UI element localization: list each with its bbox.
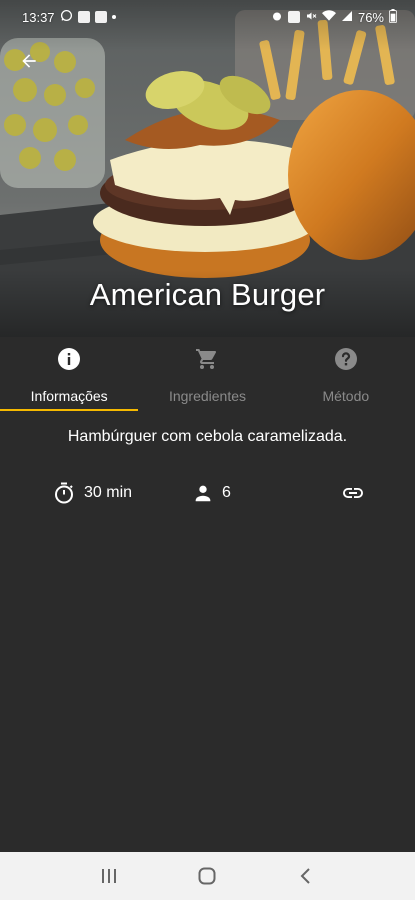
mute-icon <box>305 10 317 25</box>
active-tab-indicator <box>0 409 138 411</box>
nfc-icon <box>287 11 300 23</box>
help-icon <box>334 347 358 371</box>
recipe-meta: 30 min 6 <box>52 479 365 507</box>
recent-apps-button[interactable] <box>89 856 129 896</box>
recipe-tabs: Informações Ingredientes Método <box>0 337 415 411</box>
arrow-back-icon <box>22 54 36 68</box>
mail-icon <box>94 11 107 23</box>
recipe-hero-image: American Burger <box>0 0 415 337</box>
status-time: 13:37 <box>22 9 55 25</box>
home-button[interactable] <box>187 856 227 896</box>
status-bar: 13:37 76% <box>0 0 415 34</box>
system-navigation-bar <box>0 852 415 900</box>
tab-label: Informações <box>30 388 108 404</box>
tab-label: Método <box>322 388 370 404</box>
image-icon <box>77 11 90 23</box>
battery-level: 76% <box>357 9 384 25</box>
recipe-title: American Burger <box>89 277 326 312</box>
tab-informacoes[interactable]: Informações <box>0 337 138 411</box>
tab-label: Ingredientes <box>168 388 247 404</box>
prep-time-value: 30 min <box>84 484 133 501</box>
alarm-icon <box>271 10 283 25</box>
more-notifications-dot <box>111 15 116 19</box>
battery-icon <box>389 8 397 26</box>
info-icon <box>57 347 81 371</box>
servings: 6 <box>192 482 332 504</box>
back-button[interactable] <box>12 46 46 76</box>
servings-value: 6 <box>222 484 231 501</box>
back-nav-button[interactable] <box>286 856 326 896</box>
whatsapp-icon <box>60 9 73 25</box>
person-icon <box>195 485 211 502</box>
tab-metodo[interactable]: Método <box>277 337 415 411</box>
tab-ingredientes[interactable]: Ingredientes <box>138 337 276 411</box>
wifi-icon <box>321 9 336 25</box>
signal-icon <box>341 10 353 25</box>
cart-icon <box>195 347 219 371</box>
link-icon <box>343 488 363 498</box>
chevron-left-icon <box>300 868 310 884</box>
home-icon <box>198 867 216 885</box>
source-link-button[interactable] <box>341 481 365 505</box>
timer-icon <box>55 482 73 504</box>
recipe-description: Hambúrguer com cebola caramelizada. <box>67 428 348 445</box>
prep-time: 30 min <box>52 481 192 505</box>
recent-apps-icon <box>102 869 117 883</box>
